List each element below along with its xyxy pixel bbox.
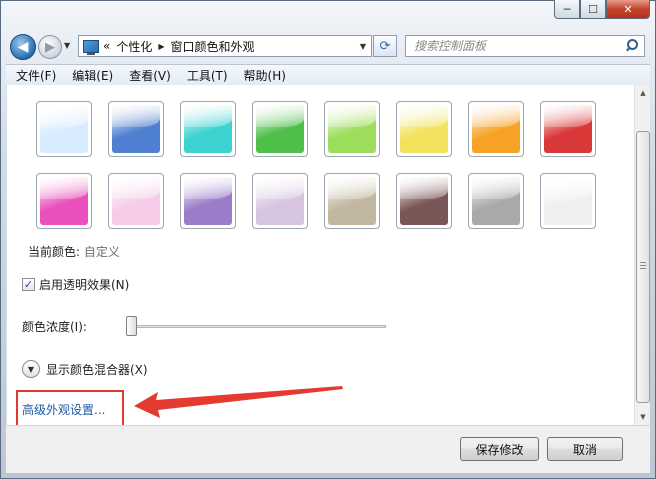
swatch-gloss <box>400 105 448 127</box>
arrow-right-icon: ▶ <box>45 39 55 55</box>
menu-view[interactable]: 查看(V) <box>129 67 171 84</box>
color-mixer-label[interactable]: 显示颜色混合器(X) <box>46 361 148 378</box>
breadcrumb-personalization[interactable]: 个性化 <box>116 38 152 55</box>
swatch-gloss <box>544 177 592 199</box>
breadcrumb-separator-icon[interactable]: ▶ <box>158 42 164 51</box>
color-swatch-chocolate[interactable] <box>396 173 452 229</box>
forward-button[interactable]: ▶ <box>38 35 62 59</box>
swatch-gloss <box>328 177 376 199</box>
intensity-slider-thumb[interactable] <box>126 316 137 336</box>
color-swatch-taupe[interactable] <box>324 173 380 229</box>
menu-help[interactable]: 帮助(H) <box>244 67 286 84</box>
swatch-gloss <box>472 177 520 199</box>
vertical-scrollbar[interactable]: ▲ ▼ <box>634 85 650 425</box>
window-controls: ─ ☐ ✕ <box>554 0 650 20</box>
cancel-button[interactable]: 取消 <box>547 437 623 461</box>
color-swatch-ruby[interactable] <box>540 101 596 157</box>
maximize-button[interactable]: ☐ <box>580 0 606 19</box>
current-color-value: 自定义 <box>83 245 120 259</box>
menu-edit[interactable]: 编辑(E) <box>72 67 113 84</box>
advanced-appearance-link[interactable]: 高级外观设置... <box>22 401 105 418</box>
scrollbar-thumb[interactable] <box>636 131 650 403</box>
color-swatch-slate[interactable] <box>468 173 524 229</box>
scroll-down-icon[interactable]: ▼ <box>635 409 651 425</box>
swatch-gloss <box>112 105 160 127</box>
color-swatch-sea[interactable] <box>180 101 236 157</box>
breadcrumb-window-color[interactable]: 窗口颜色和外观 <box>171 38 255 55</box>
current-color-text: 当前颜色: 自定义 <box>28 243 120 260</box>
swatch-gloss <box>184 177 232 199</box>
color-swatch-sky[interactable] <box>36 101 92 157</box>
color-swatch-lavender[interactable] <box>252 173 308 229</box>
address-bar[interactable]: « 个性化 ▶ 窗口颜色和外观 ▼ <box>78 35 372 57</box>
save-changes-button[interactable]: 保存修改 <box>460 437 539 461</box>
menu-file[interactable]: 文件(F) <box>16 67 56 84</box>
recent-pages-dropdown[interactable]: ▼ <box>64 41 70 50</box>
chevron-down-icon[interactable]: ▼ <box>22 360 40 378</box>
annotation-arrow <box>134 386 343 418</box>
refresh-icon: ⟳ <box>379 38 391 54</box>
swatch-gloss <box>112 177 160 199</box>
menu-tools[interactable]: 工具(T) <box>187 67 228 84</box>
search-input[interactable] <box>414 39 622 53</box>
swatch-gloss <box>400 177 448 199</box>
swatch-gloss <box>472 105 520 127</box>
search-icon[interactable] <box>622 37 640 55</box>
control-panel-icon <box>83 39 99 55</box>
transparency-label[interactable]: 启用透明效果(N) <box>39 276 129 293</box>
grip-icon <box>640 262 646 270</box>
color-swatch-frost[interactable] <box>540 173 596 229</box>
address-dropdown-icon[interactable]: ▼ <box>355 36 371 56</box>
swatch-gloss <box>256 105 304 127</box>
swatch-gloss <box>40 105 88 127</box>
color-swatch-leaf[interactable] <box>252 101 308 157</box>
search-box[interactable] <box>405 35 645 57</box>
color-mixer-toggle[interactable]: ▼ 显示颜色混合器(X) <box>22 360 148 378</box>
current-color-label: 当前颜色: <box>28 245 81 259</box>
refresh-button[interactable]: ⟳ <box>373 35 397 57</box>
swatch-gloss <box>184 105 232 127</box>
color-swatch-pumpkin[interactable] <box>468 101 524 157</box>
color-swatch-violet[interactable] <box>180 173 236 229</box>
menu-bar: 文件(F) 编辑(E) 查看(V) 工具(T) 帮助(H) <box>6 64 650 85</box>
scroll-up-icon[interactable]: ▲ <box>635 85 651 101</box>
transparency-option[interactable]: ✓ 启用透明效果(N) <box>22 276 129 293</box>
transparency-checkbox[interactable]: ✓ <box>22 278 35 291</box>
color-swatch-twilight[interactable] <box>108 101 164 157</box>
arrow-left-icon: ◀ <box>17 39 29 55</box>
close-button[interactable]: ✕ <box>606 0 650 19</box>
swatch-gloss <box>256 177 304 199</box>
color-swatch-blush[interactable] <box>108 173 164 229</box>
color-swatch-fuchsia[interactable] <box>36 173 92 229</box>
swatch-gloss <box>40 177 88 199</box>
intensity-slider-track[interactable] <box>126 325 386 328</box>
back-button[interactable]: ◀ <box>10 34 36 60</box>
breadcrumb-overflow[interactable]: « <box>103 39 110 53</box>
color-swatch-lime[interactable] <box>324 101 380 157</box>
swatch-gloss <box>328 105 376 127</box>
minimize-button[interactable]: ─ <box>554 0 580 19</box>
swatch-gloss <box>544 105 592 127</box>
intensity-label: 颜色浓度(I): <box>22 320 87 334</box>
color-swatch-lemon[interactable] <box>396 101 452 157</box>
